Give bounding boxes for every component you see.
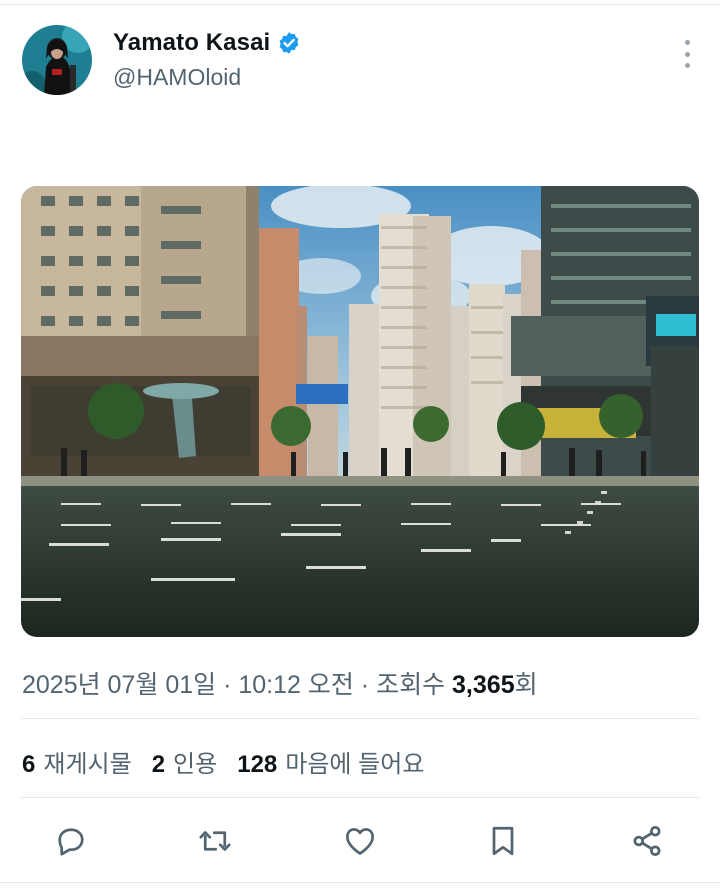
verified-badge-icon: [279, 32, 299, 54]
like-icon: [345, 828, 375, 855]
city-street-photo: [21, 186, 699, 637]
name-row: Yamato Kasai: [113, 29, 301, 57]
reposts-label: 재게시물: [43, 751, 132, 778]
bottom-divider: [0, 882, 720, 883]
quotes-count: 2: [151, 751, 166, 778]
post-date[interactable]: 2025년 07월 01일: [22, 671, 216, 699]
reposts-stat[interactable]: 6 재게시물: [22, 744, 132, 779]
share-icon: [633, 826, 661, 856]
tweet-timestamp-views: 2025년 07월 01일 · 10:12 오전 · 조회수 3,365회: [22, 665, 538, 701]
display-name[interactable]: Yamato Kasai: [113, 29, 270, 57]
likes-stat[interactable]: 128 마음에 들어요: [237, 744, 424, 779]
tweet-photo[interactable]: [21, 186, 699, 637]
likes-label: 마음에 들어요: [285, 751, 425, 778]
divider: [21, 718, 699, 719]
engagement-stats: 6 재게시물 2 인용 128 마음에 들어요: [22, 744, 444, 779]
quotes-label: 인용: [173, 751, 218, 778]
views-count: 3,365: [452, 671, 515, 699]
repost-icon: [199, 831, 231, 851]
meta-separator: ·: [216, 671, 239, 699]
avatar-image: [22, 25, 92, 95]
more-options-icon[interactable]: [680, 40, 694, 68]
likes-count: 128: [237, 751, 278, 778]
quotes-stat[interactable]: 2 인용: [152, 744, 218, 779]
bookmark-icon: [492, 826, 514, 856]
divider: [21, 797, 699, 798]
views-label: 조회수: [376, 671, 453, 699]
like-button[interactable]: [338, 819, 382, 863]
share-button[interactable]: [625, 819, 669, 863]
post-time[interactable]: 10:12 오전: [238, 671, 354, 699]
reply-button[interactable]: [49, 819, 93, 863]
views-suffix: 회: [514, 671, 538, 699]
tweet-header: Yamato Kasai @HAMOloid: [22, 24, 702, 98]
repost-button[interactable]: [193, 819, 237, 863]
top-divider: [0, 4, 720, 5]
avatar[interactable]: [22, 25, 92, 95]
meta-separator: ·: [353, 671, 377, 699]
reply-icon: [58, 828, 84, 856]
handle[interactable]: @HAMOloid: [113, 64, 241, 91]
reposts-count: 6: [22, 751, 36, 778]
action-bar: [0, 815, 720, 867]
bookmark-button[interactable]: [481, 819, 525, 863]
